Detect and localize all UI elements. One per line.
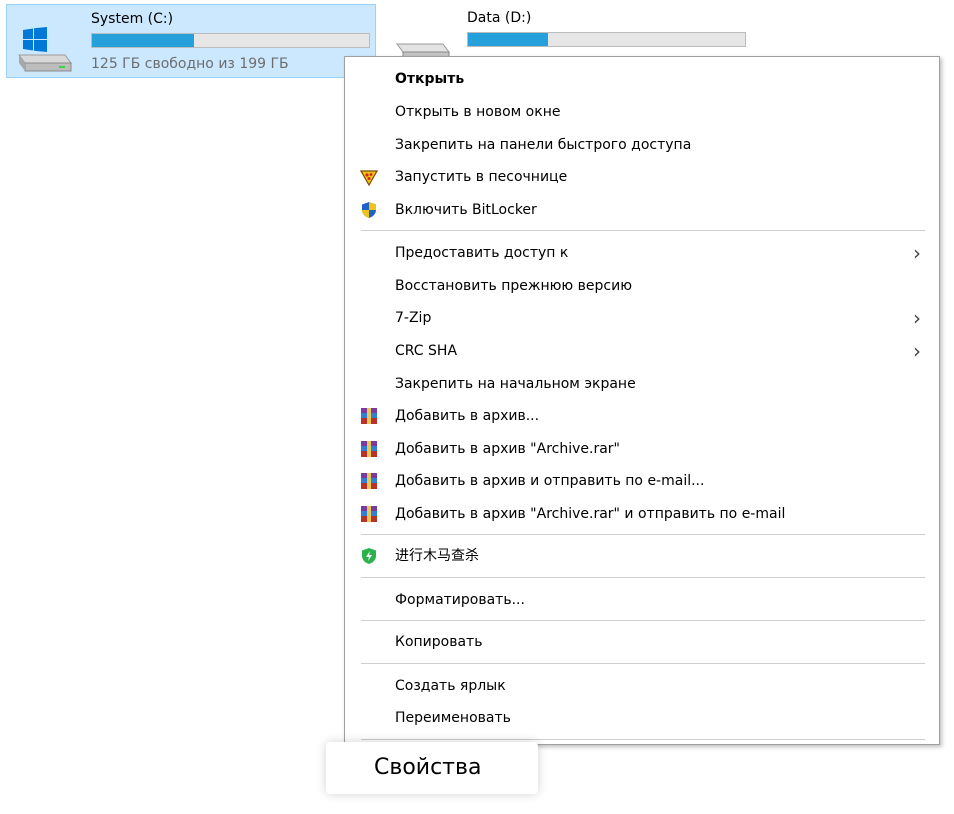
menu-item-7zip[interactable]: 7-Zip › xyxy=(345,302,939,334)
menu-separator xyxy=(361,230,925,231)
menu-item-rename[interactable]: Переименовать xyxy=(345,702,939,734)
menu-item-bitlocker[interactable]: Включить BitLocker xyxy=(345,194,939,226)
menu-item-properties[interactable]: Свойства xyxy=(326,742,538,794)
winrar-icon xyxy=(361,506,377,522)
menu-item-crc-sha[interactable]: CRC SHA › xyxy=(345,335,939,367)
menu-item-run-sandbox[interactable]: Запустить в песочнице xyxy=(345,161,939,193)
menu-item-add-archive-rar[interactable]: Добавить в архив "Archive.rar" xyxy=(345,433,939,465)
menu-item-label: Открыть xyxy=(395,71,465,87)
drive-free-space: 125 ГБ свободно из 199 ГБ xyxy=(91,56,289,72)
menu-item-create-shortcut[interactable]: Создать ярлык xyxy=(345,670,939,702)
menu-item-label: 进行木马查杀 xyxy=(395,548,479,564)
menu-item-label: Добавить в архив "Archive.rar" и отправи… xyxy=(395,506,786,522)
menu-separator xyxy=(361,620,925,621)
menu-item-add-archive[interactable]: Добавить в архив... xyxy=(345,400,939,432)
menu-item-pin-start[interactable]: Закрепить на начальном экране xyxy=(345,368,939,400)
menu-item-label: Предоставить доступ к xyxy=(395,245,569,261)
menu-item-add-archive-email[interactable]: Добавить в архив и отправить по e-mail..… xyxy=(345,465,939,497)
drive-name: Data (D:) xyxy=(467,10,532,26)
sandbox-icon xyxy=(360,170,378,186)
uac-shield-icon xyxy=(362,202,376,218)
menu-item-pin-quick-access[interactable]: Закрепить на панели быстрого доступа xyxy=(345,129,939,161)
menu-separator xyxy=(361,534,925,535)
menu-item-label: Свойства xyxy=(374,755,482,780)
winrar-icon xyxy=(361,441,377,457)
menu-item-label: Добавить в архив "Archive.rar" xyxy=(395,441,620,457)
menu-item-label: Запустить в песочнице xyxy=(395,169,568,185)
drive-usage-fill xyxy=(92,34,195,47)
menu-item-label: Копировать xyxy=(395,634,483,650)
chevron-right-icon: › xyxy=(913,241,921,265)
menu-separator xyxy=(361,739,925,740)
menu-item-label: 7-Zip xyxy=(395,310,432,326)
chevron-right-icon: › xyxy=(913,339,921,363)
menu-item-label: Восстановить прежнюю версию xyxy=(395,278,632,294)
hard-drive-icon xyxy=(18,27,72,72)
menu-separator xyxy=(361,663,925,664)
menu-item-label: Закрепить на начальном экране xyxy=(395,376,636,392)
drive-usage-bar xyxy=(91,33,370,48)
winrar-icon xyxy=(361,408,377,424)
context-menu: Открыть Открыть в новом окне Закрепить н… xyxy=(344,56,940,745)
menu-separator xyxy=(361,577,925,578)
menu-item-format[interactable]: Форматировать... xyxy=(345,584,939,616)
menu-item-label: Включить BitLocker xyxy=(395,202,537,218)
menu-item-open[interactable]: Открыть xyxy=(345,63,939,95)
menu-item-label: Создать ярлык xyxy=(395,678,506,694)
menu-item-label: Закрепить на панели быстрого доступа xyxy=(395,137,692,153)
chevron-right-icon: › xyxy=(913,306,921,330)
menu-item-copy[interactable]: Копировать xyxy=(345,626,939,658)
menu-item-add-archive-rar-email[interactable]: Добавить в архив "Archive.rar" и отправи… xyxy=(345,498,939,530)
drive-c-tile[interactable]: System (C:) 125 ГБ свободно из 199 ГБ xyxy=(6,4,376,78)
menu-item-restore-previous[interactable]: Восстановить прежнюю версию xyxy=(345,270,939,302)
menu-item-label: CRC SHA xyxy=(395,343,458,359)
menu-item-open-new-window[interactable]: Открыть в новом окне xyxy=(345,96,939,128)
menu-item-trojan-scan[interactable]: 进行木马查杀 xyxy=(345,540,939,572)
drive-name: System (C:) xyxy=(91,11,174,27)
menu-item-label: Переименовать xyxy=(395,710,511,726)
menu-item-label: Добавить в архив и отправить по e-mail..… xyxy=(395,473,705,489)
drive-usage-bar xyxy=(467,32,746,47)
menu-item-label: Форматировать... xyxy=(395,592,525,608)
winrar-icon xyxy=(361,473,377,489)
security-shield-icon xyxy=(362,548,376,564)
menu-item-label: Добавить в архив... xyxy=(395,408,540,424)
drive-usage-fill xyxy=(468,33,549,46)
menu-item-label: Открыть в новом окне xyxy=(395,104,561,120)
menu-item-give-access[interactable]: Предоставить доступ к › xyxy=(345,237,939,269)
